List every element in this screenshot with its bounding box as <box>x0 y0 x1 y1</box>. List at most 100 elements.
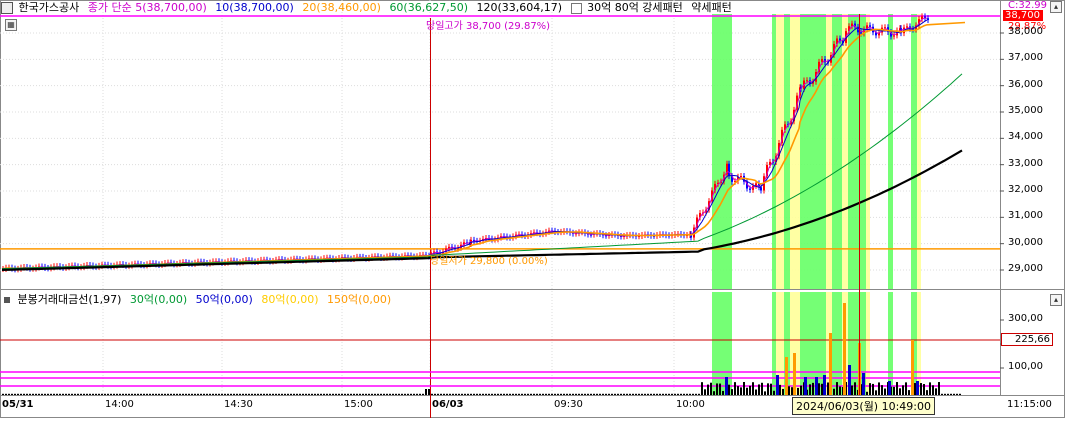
price-axis-label: 33,000 <box>1008 157 1043 169</box>
price-axis-label: 37,000 <box>1008 52 1043 64</box>
volume-bar <box>452 393 454 395</box>
volume-spike <box>793 353 796 395</box>
panel-close-icon[interactable]: ▴ <box>1050 1 1062 13</box>
volume-bar <box>875 390 877 395</box>
volume-bar <box>44 393 46 395</box>
volume-bar <box>650 393 652 395</box>
volume-bar <box>434 393 436 395</box>
pattern-checkbox[interactable] <box>570 2 582 14</box>
volume-bar <box>662 393 664 395</box>
volume-bar <box>938 382 940 395</box>
volume-bar <box>743 382 745 395</box>
volume-bar <box>500 393 502 395</box>
volume-bar <box>197 393 199 395</box>
volume-bar <box>812 382 814 395</box>
volume-bar <box>788 386 790 395</box>
chart-frame <box>0 0 1065 418</box>
volume-bar <box>485 393 487 395</box>
price-axis-label: 29,000 <box>1008 263 1043 274</box>
volume-bar <box>614 393 616 395</box>
volume-bar <box>107 393 109 395</box>
grid-icon[interactable]: ▦ <box>5 19 17 31</box>
volume-bar <box>617 393 619 395</box>
legend-strong-pattern: 30억 80억 강세패턴 <box>587 1 683 14</box>
volume-bar <box>644 393 646 395</box>
volume-bar <box>152 393 154 395</box>
volume-bar <box>110 393 112 395</box>
volume-bar <box>683 393 685 395</box>
volume-bar <box>242 393 244 395</box>
volume-bar <box>530 393 532 395</box>
volume-bar <box>368 393 370 395</box>
price-axis-label: 30,000 <box>1008 236 1043 248</box>
volume-bar <box>482 393 484 395</box>
volume-bar <box>881 385 883 395</box>
volume-bar <box>410 393 412 395</box>
volume-bar <box>479 393 481 395</box>
volume-bar <box>947 393 949 395</box>
volume-bar <box>632 393 634 395</box>
price-tag-current: 38,700 <box>1003 10 1043 21</box>
volume-bar <box>344 393 346 395</box>
volume-bar <box>128 393 130 395</box>
volume-bar <box>8 393 10 395</box>
sub-legend-30: 30억(0,00) <box>129 293 188 306</box>
volume-bar <box>233 393 235 395</box>
volume-bar <box>395 393 397 395</box>
volume-bar <box>422 393 424 395</box>
chart-canvas[interactable] <box>0 0 1065 418</box>
volume-axis-label: 100,00 <box>1008 361 1043 372</box>
day-low-annotation: 당일저가 29,800 (0.00%) <box>430 256 548 267</box>
volume-bar <box>671 393 673 395</box>
volume-bar <box>437 393 439 395</box>
volume-bar <box>641 393 643 395</box>
volume-bar <box>89 393 91 395</box>
volume-bar <box>407 393 409 395</box>
volume-bar <box>263 393 265 395</box>
volume-bar <box>704 389 706 395</box>
stock-chart[interactable]: 한국가스공사 종가 단순 5(38,700,00) 10(38,700,00) … <box>0 0 1065 418</box>
volume-bar <box>311 393 313 395</box>
signal-band <box>772 292 776 395</box>
volume-bar <box>590 393 592 395</box>
candle-body <box>869 25 871 27</box>
time-axis-label: 11:15:00 <box>1007 399 1052 410</box>
volume-bar <box>266 393 268 395</box>
signal-band <box>790 14 800 289</box>
volume-spike <box>888 381 891 395</box>
volume-bar <box>611 393 613 395</box>
volume-bar <box>11 393 13 395</box>
volume-bar <box>386 393 388 395</box>
sub-panel-close-icon[interactable]: ▴ <box>1050 294 1062 306</box>
volume-bar <box>176 393 178 395</box>
candle-body <box>821 59 823 62</box>
volume-bar <box>377 393 379 395</box>
volume-bar <box>443 393 445 395</box>
volume-bar <box>14 393 16 395</box>
legend-ma60: 60(36,627,50) <box>389 1 469 14</box>
volume-bar <box>251 393 253 395</box>
volume-bar <box>734 382 736 395</box>
volume-bar <box>149 393 151 395</box>
volume-bar <box>20 393 22 395</box>
panel-toggle-icon[interactable] <box>1 2 13 14</box>
volume-bar <box>587 393 589 395</box>
volume-bar <box>932 385 934 395</box>
legend-ma10: 10(38,700,00) <box>215 1 294 14</box>
volume-bar <box>491 393 493 395</box>
volume-bar <box>191 393 193 395</box>
volume-spike <box>843 303 846 395</box>
volume-bar <box>749 385 751 395</box>
volume-bar <box>26 393 28 395</box>
candle-body <box>806 80 808 82</box>
volume-bar <box>524 393 526 395</box>
legend-ma120: 120(33,604,17) <box>476 1 563 14</box>
volume-bar <box>140 393 142 395</box>
time-axis-label: 10:00 <box>676 399 705 410</box>
crosshair-time-label: 2024/06/03(월) 10:49:00 <box>792 397 936 415</box>
volume-bar <box>158 393 160 395</box>
volume-axis-label: 300,00 <box>1008 313 1043 324</box>
sub-panel-icon[interactable] <box>4 297 10 303</box>
volume-bar <box>539 393 541 395</box>
candle-body <box>728 163 730 177</box>
